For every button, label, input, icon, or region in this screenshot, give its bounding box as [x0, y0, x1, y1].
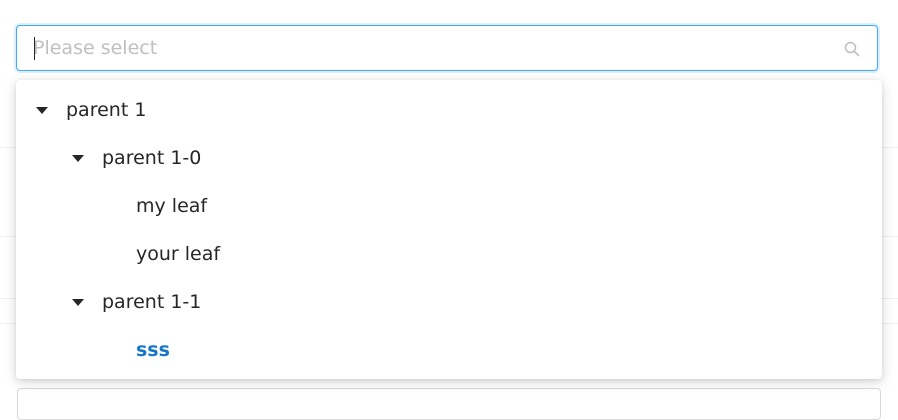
tree-node-label[interactable]: parent 1 — [66, 90, 146, 130]
tree-node-label[interactable]: your leaf — [136, 234, 220, 274]
background-divider — [0, 147, 16, 148]
background-divider — [882, 147, 898, 148]
search-icon — [844, 41, 860, 57]
text-cursor — [34, 37, 35, 60]
background-input — [17, 388, 881, 420]
tree-node-label[interactable]: my leaf — [136, 186, 207, 226]
tree-node-label[interactable]: parent 1-0 — [102, 138, 201, 178]
background-divider — [0, 323, 16, 324]
background-divider — [882, 236, 898, 237]
tree-node-label[interactable]: sss — [136, 330, 170, 370]
caret-down-icon[interactable] — [36, 106, 48, 114]
tree-node-parent-1-1[interactable]: parent 1-1 — [71, 282, 201, 322]
caret-down-icon[interactable] — [72, 298, 84, 306]
background-divider — [882, 323, 898, 324]
tree-node-your-leaf[interactable]: your leaf — [136, 234, 220, 274]
search-input[interactable] — [33, 26, 833, 70]
tree-node-parent-1-0[interactable]: parent 1-0 — [71, 138, 201, 178]
background-divider — [882, 298, 898, 299]
tree-select-input[interactable] — [16, 25, 878, 71]
background-divider — [0, 298, 16, 299]
caret-down-icon[interactable] — [72, 154, 84, 162]
tree-node-my-leaf[interactable]: my leaf — [136, 186, 207, 226]
tree-node-label[interactable]: parent 1-1 — [102, 282, 201, 322]
tree-node-parent-1[interactable]: parent 1 — [35, 90, 146, 130]
tree-dropdown: parent 1 parent 1-0 my leaf your leaf pa… — [16, 80, 882, 379]
background-divider — [0, 236, 16, 237]
tree-node-sss[interactable]: sss — [136, 330, 170, 370]
